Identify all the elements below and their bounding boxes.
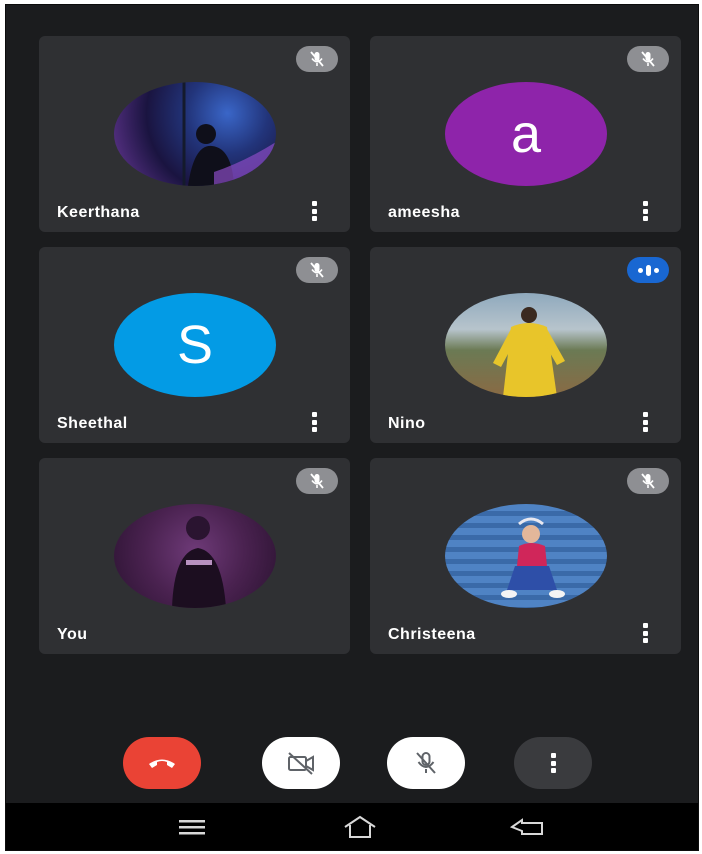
more-options-icon[interactable] (311, 412, 317, 432)
participant-name: Christeena (388, 626, 476, 643)
participant-tile-keerthana[interactable]: Keerthana (39, 36, 350, 232)
avatar-nino (445, 293, 607, 397)
mic-off-icon (627, 46, 669, 72)
more-options-icon[interactable] (311, 201, 317, 221)
call-controls (6, 725, 698, 805)
participant-name: Nino (388, 415, 426, 432)
microphone-toggle-button[interactable] (387, 737, 465, 789)
audio-level-icon (627, 257, 669, 283)
mic-off-icon (296, 257, 338, 283)
avatar-sheethal: S (114, 293, 276, 397)
avatar-christeena (445, 504, 607, 608)
mic-off-icon (627, 468, 669, 494)
mic-off-icon (296, 468, 338, 494)
back-icon[interactable] (506, 811, 550, 843)
more-vert-icon (550, 753, 556, 773)
participant-tile-christeena[interactable]: Christeena (370, 458, 681, 654)
avatar-keerthana (114, 82, 276, 186)
participant-tile-nino[interactable]: Nino (370, 247, 681, 443)
end-call-button[interactable] (123, 737, 201, 789)
more-options-button[interactable] (514, 737, 592, 789)
participant-tile-sheethal[interactable]: S Sheethal (39, 247, 350, 443)
participant-name: Keerthana (57, 204, 140, 221)
menu-icon[interactable] (170, 811, 214, 843)
avatar-you (114, 504, 276, 608)
phone-hangup-icon (149, 759, 175, 768)
camera-off-icon (288, 752, 314, 775)
participant-tile-ameesha[interactable]: a ameesha (370, 36, 681, 232)
participant-name: Sheethal (57, 415, 128, 432)
more-options-icon[interactable] (642, 623, 648, 643)
home-icon[interactable] (338, 811, 382, 843)
more-options-icon[interactable] (642, 412, 648, 432)
more-options-icon[interactable] (642, 201, 648, 221)
mic-off-icon (416, 752, 436, 774)
mic-off-icon (296, 46, 338, 72)
navigation-bar (6, 803, 698, 850)
meeting-screen: Keerthana a ameesha S Sheethal Nino You … (5, 4, 699, 851)
participant-tile-you[interactable]: You (39, 458, 350, 654)
participant-name: ameesha (388, 204, 460, 221)
camera-toggle-button[interactable] (262, 737, 340, 789)
participant-name: You (57, 626, 88, 643)
avatar-ameesha: a (445, 82, 607, 186)
